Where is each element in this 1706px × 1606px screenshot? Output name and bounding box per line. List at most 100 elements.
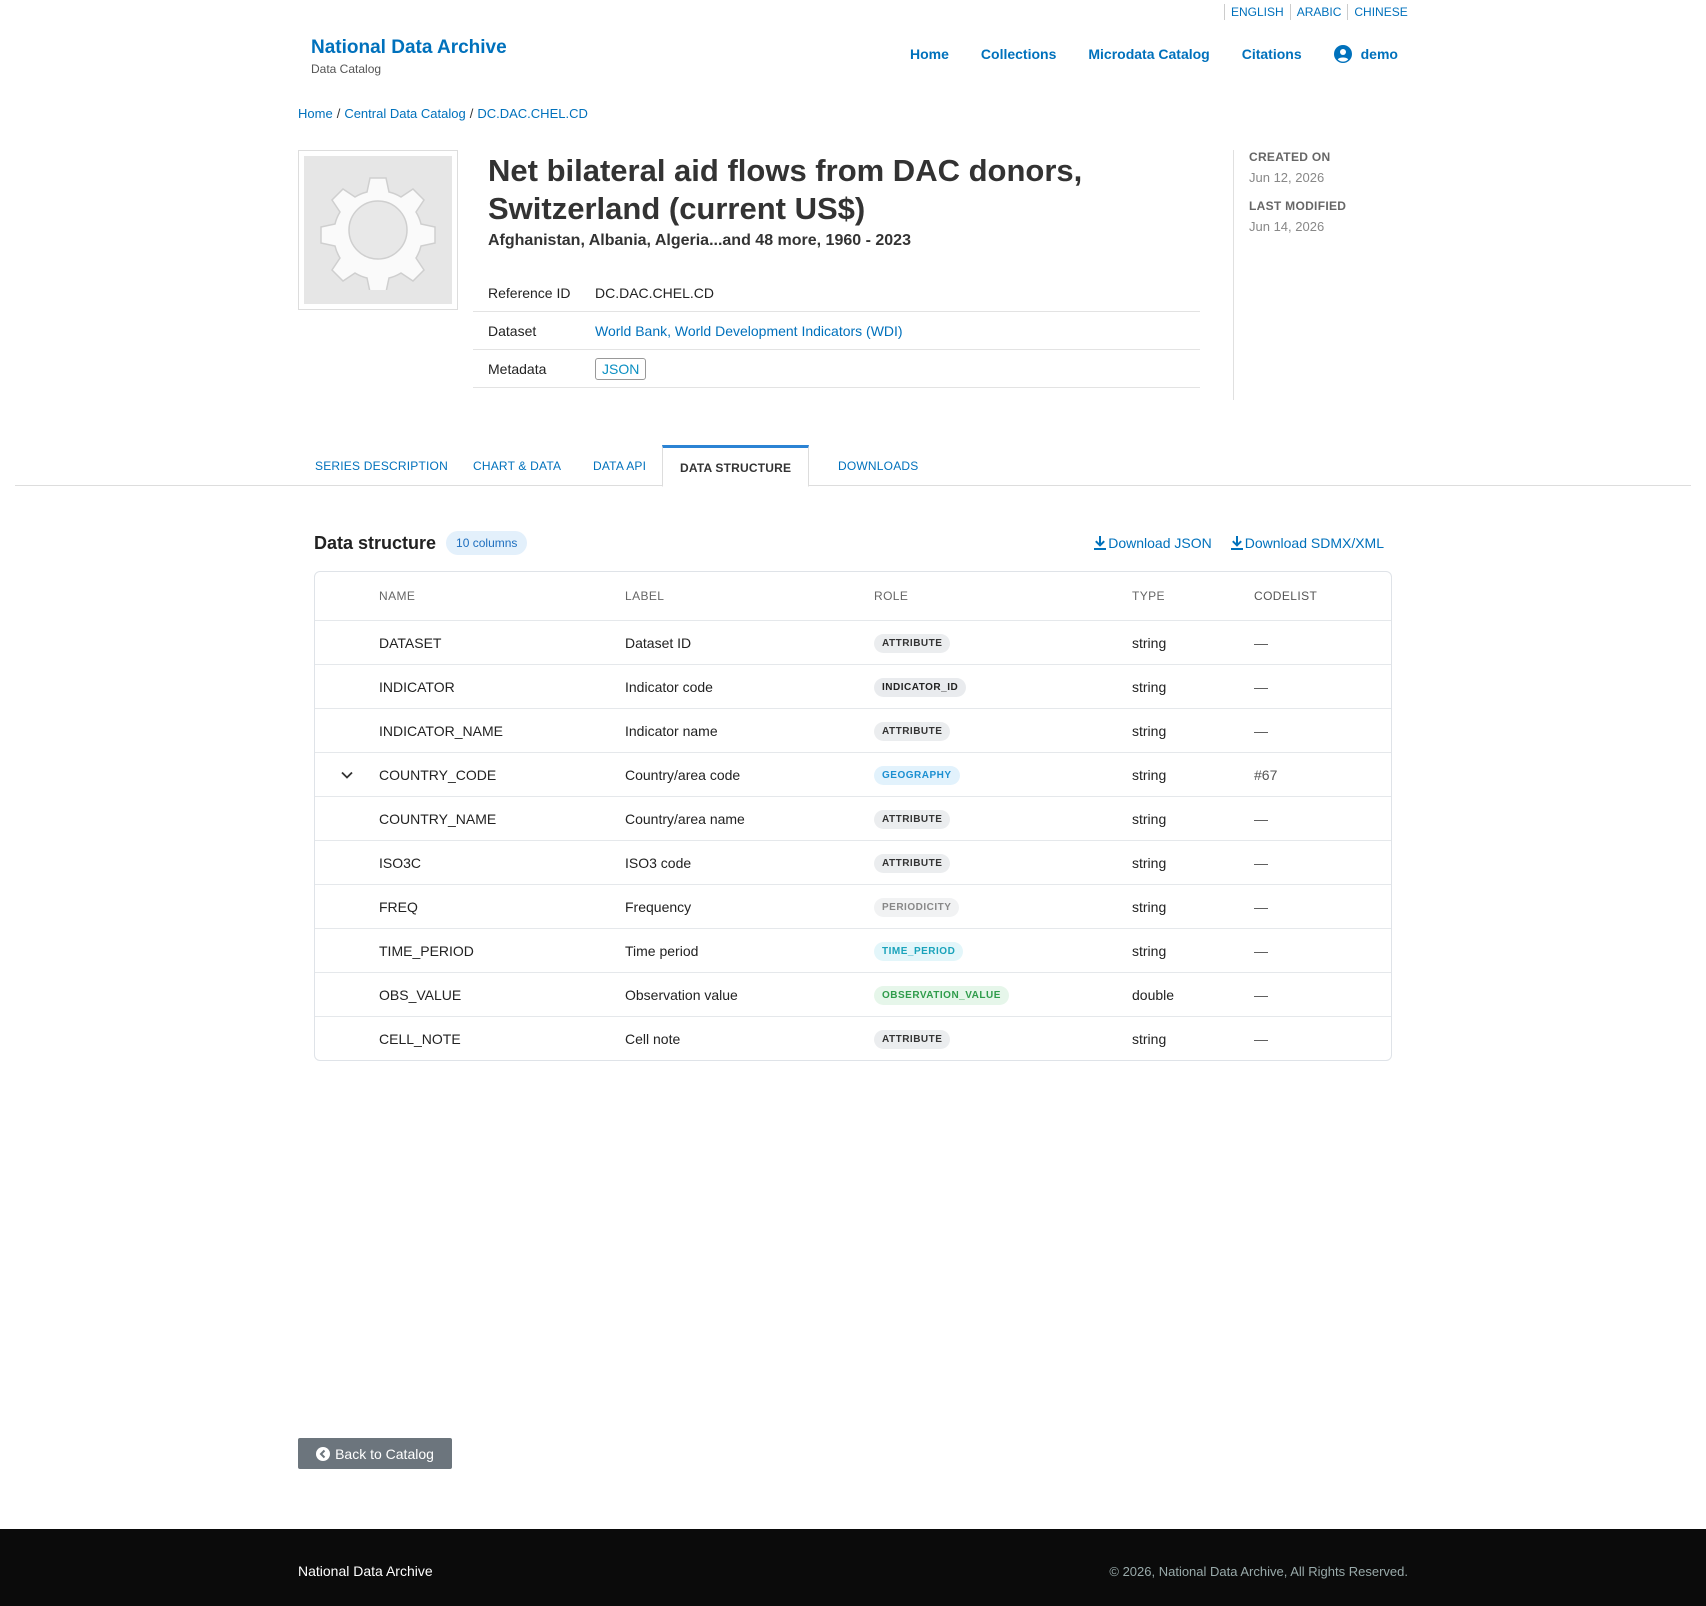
cell-label: Country/area code: [625, 766, 741, 783]
series-header: Net bilateral aid flows from DAC donors,…: [488, 152, 1208, 250]
role-badge: ATTRIBUTE: [874, 809, 951, 829]
table-row: TIME_PERIOD Time period TIME_PERIOD stri…: [315, 928, 1391, 972]
column-count-badge: 10 columns: [446, 531, 528, 555]
tab-chart-data[interactable]: CHART & DATA: [456, 445, 578, 486]
cell-codelist: #67: [1254, 766, 1278, 783]
download-json-link[interactable]: Download JSON: [1094, 535, 1212, 551]
chevron-down-icon[interactable]: [341, 771, 353, 779]
cell-name: ISO3C: [379, 854, 422, 871]
cell-label: Dataset ID: [625, 634, 692, 651]
lang-arabic[interactable]: ARABIC: [1289, 4, 1348, 20]
user-menu[interactable]: demo: [1333, 45, 1398, 63]
arrow-circle-left-icon: [316, 1446, 331, 1461]
cell-name: TIME_PERIOD: [379, 942, 474, 959]
table-row: ISO3C ISO3 code ATTRIBUTE string —: [315, 840, 1391, 884]
role-badge: ATTRIBUTE: [874, 633, 951, 653]
language-bar: ENGLISH ARABIC CHINESE: [1224, 4, 1414, 20]
cell-label: Country/area name: [625, 810, 745, 827]
header-role: ROLE: [874, 589, 909, 603]
role-badge: TIME_PERIOD: [874, 941, 964, 961]
cell-label: Observation value: [625, 986, 738, 1003]
tab-data-structure[interactable]: DATA STRUCTURE: [662, 445, 810, 487]
created-label: CREATED ON: [1249, 150, 1331, 164]
brand: National Data Archive Data Catalog: [311, 37, 507, 76]
cell-type: string: [1132, 766, 1167, 783]
brand-title[interactable]: National Data Archive: [311, 37, 507, 59]
modified-label: LAST MODIFIED: [1249, 199, 1347, 213]
meta-row-metadata: Metadata JSON: [473, 350, 1200, 388]
cell-type: string: [1132, 942, 1167, 959]
tab-bar: SERIES DESCRIPTION CHART & DATA DATA API…: [15, 445, 1691, 487]
nav-collections[interactable]: Collections: [981, 46, 1056, 62]
footer: National Data Archive © 2026, National D…: [0, 1529, 1706, 1606]
lang-english[interactable]: ENGLISH: [1224, 4, 1290, 20]
nav-home[interactable]: Home: [910, 46, 949, 62]
data-structure-title: Data structure: [314, 532, 437, 553]
meta-row-reference: Reference ID DC.DAC.CHEL.CD: [473, 274, 1200, 312]
created-date: Jun 12, 2026: [1249, 170, 1325, 185]
series-coverage: Afghanistan, Albania, Algeria...and 48 m…: [488, 232, 911, 249]
table-row: COUNTRY_NAME Country/area name ATTRIBUTE…: [315, 796, 1391, 840]
cell-name: CELL_NOTE: [379, 1030, 461, 1047]
download-icon: [1094, 536, 1107, 550]
role-badge: GEOGRAPHY: [874, 765, 960, 785]
cell-label: Indicator name: [625, 722, 718, 739]
nav-microdata-catalog[interactable]: Microdata Catalog: [1088, 46, 1209, 62]
lang-chinese[interactable]: CHINESE: [1347, 4, 1413, 20]
tab-data-api[interactable]: DATA API: [576, 445, 663, 486]
series-meta-table: Reference ID DC.DAC.CHEL.CD Dataset Worl…: [473, 274, 1200, 388]
cell-type: string: [1132, 898, 1167, 915]
cell-label: Time period: [625, 942, 699, 959]
dataset-link[interactable]: World Bank, World Development Indicators…: [595, 323, 903, 339]
tab-downloads[interactable]: DOWNLOADS: [821, 445, 935, 486]
nav-citations[interactable]: Citations: [1242, 46, 1302, 62]
tab-series-description[interactable]: SERIES DESCRIPTION: [298, 445, 465, 486]
header-name: NAME: [379, 589, 416, 603]
cell-label: Indicator code: [625, 678, 713, 695]
header-type: TYPE: [1132, 589, 1165, 603]
cell-codelist: —: [1254, 678, 1268, 695]
cell-type: string: [1132, 810, 1167, 827]
meta-key-dataset: Dataset: [488, 322, 537, 339]
series-thumbnail: [298, 150, 458, 310]
header-label: LABEL: [625, 589, 665, 603]
back-button-label: Back to Catalog: [335, 1445, 434, 1462]
metadata-json-button[interactable]: JSON: [595, 357, 647, 380]
cell-type: string: [1132, 1030, 1167, 1047]
data-structure-table: NAME LABEL ROLE TYPE CODELIST DATASET Da…: [314, 571, 1392, 1061]
cell-name: FREQ: [379, 898, 418, 915]
role-badge: OBSERVATION_VALUE: [874, 985, 1009, 1005]
breadcrumb-catalog[interactable]: Central Data Catalog: [344, 106, 465, 121]
breadcrumb-home[interactable]: Home: [298, 106, 333, 121]
cell-name: COUNTRY_NAME: [379, 810, 497, 827]
user-name: demo: [1360, 46, 1398, 62]
footer-brand: National Data Archive: [298, 1563, 433, 1579]
role-badge: ATTRIBUTE: [874, 1029, 951, 1049]
cell-label: ISO3 code: [625, 854, 692, 871]
side-info: CREATED ON Jun 12, 2026 LAST MODIFIED Ju…: [1233, 150, 1346, 400]
cell-codelist: —: [1254, 898, 1268, 915]
cell-type: double: [1132, 986, 1175, 1003]
cell-type: string: [1132, 722, 1167, 739]
download-sdmx-link[interactable]: Download SDMX/XML: [1230, 535, 1384, 551]
meta-value-reference: DC.DAC.CHEL.CD: [595, 284, 715, 301]
cell-label: Frequency: [625, 898, 692, 915]
cell-label: Cell note: [625, 1030, 681, 1047]
main-nav: Home Collections Microdata Catalog Citat…: [894, 45, 1414, 63]
role-badge: INDICATOR_ID: [874, 677, 967, 697]
download-json-label: Download JSON: [1108, 535, 1212, 551]
table-row-expandable[interactable]: COUNTRY_CODE Country/area code GEOGRAPHY…: [315, 752, 1391, 796]
table-header: NAME LABEL ROLE TYPE CODELIST: [315, 572, 1391, 620]
footer-copyright: © 2026, National Data Archive, All Right…: [1109, 1564, 1408, 1579]
modified-date: Jun 14, 2026: [1249, 219, 1325, 234]
download-icon: [1230, 536, 1243, 550]
table-row: OBS_VALUE Observation value OBSERVATION_…: [315, 972, 1391, 1016]
role-badge: ATTRIBUTE: [874, 853, 951, 873]
table-row: FREQ Frequency PERIODICITY string —: [315, 884, 1391, 928]
cell-codelist: —: [1254, 722, 1268, 739]
breadcrumb-current[interactable]: DC.DAC.CHEL.CD: [477, 106, 588, 121]
cell-name: OBS_VALUE: [379, 986, 462, 1003]
back-to-catalog-button[interactable]: Back to Catalog: [298, 1438, 452, 1469]
table-row: DATASET Dataset ID ATTRIBUTE string —: [315, 620, 1391, 664]
cell-codelist: —: [1254, 634, 1268, 651]
